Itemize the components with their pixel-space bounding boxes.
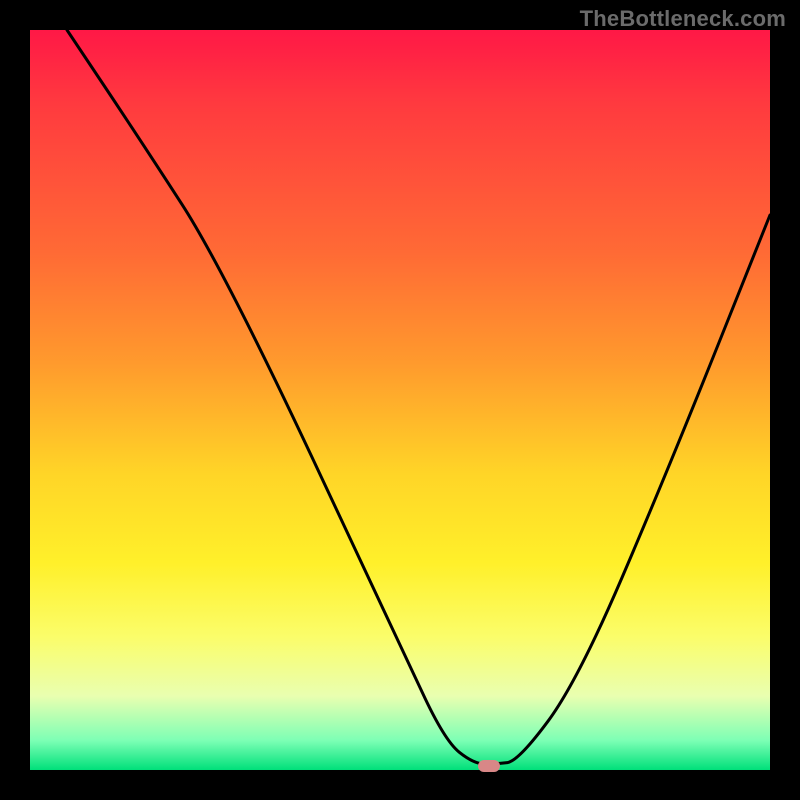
bottleneck-curve	[30, 30, 770, 770]
optimal-marker	[478, 760, 500, 772]
chart-frame: TheBottleneck.com	[0, 0, 800, 800]
watermark-text: TheBottleneck.com	[580, 6, 786, 32]
plot-area	[30, 30, 770, 770]
